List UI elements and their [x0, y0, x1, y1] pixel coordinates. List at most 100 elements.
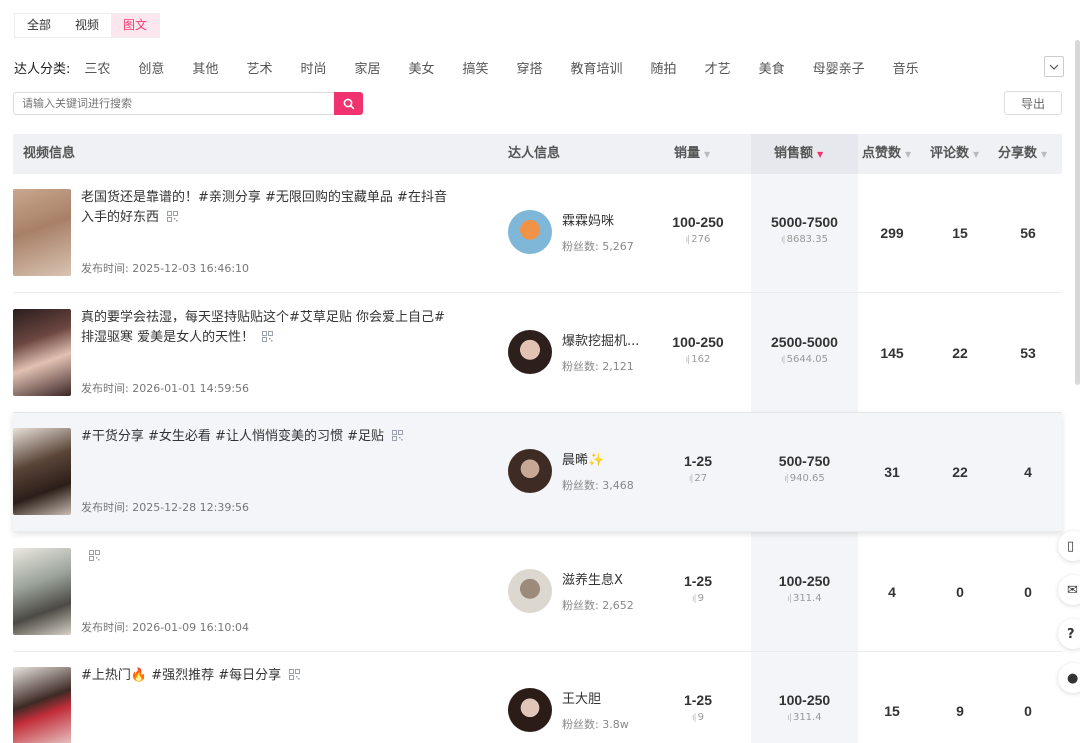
sales-cell: 100-250 ı| 162: [653, 334, 743, 365]
table-row[interactable]: 真的要学会祛湿，每天坚持贴贴这个#艾草足贴 你会爱上自己# 排湿驱寒 爱美是女人…: [13, 294, 1062, 413]
qrcode-icon[interactable]: [167, 211, 179, 222]
shares-count: 56: [1020, 225, 1036, 241]
header-sales[interactable]: 销量 ▼: [674, 134, 710, 174]
qrcode-icon[interactable]: [391, 430, 403, 441]
video-thumbnail[interactable]: [13, 667, 71, 743]
avatar[interactable]: [508, 329, 552, 374]
table-row[interactable]: 老国货还是靠谱的！#亲测分享 #无限回购的宝藏单品 #在抖音入手的好东西 发布时…: [13, 174, 1062, 293]
likes-count: 31: [884, 464, 900, 480]
sales-range: 1-25: [683, 453, 713, 469]
category-item[interactable]: 才艺: [705, 58, 731, 77]
sales-amount-range: 500-750: [778, 453, 831, 469]
kol-name[interactable]: 滋养生息X: [562, 569, 623, 588]
sales-amount-cell: 100-250 ı| 311.4: [751, 692, 858, 723]
avatar[interactable]: [508, 449, 552, 493]
kol-name[interactable]: 爆款挖掘机...: [562, 330, 639, 349]
video-title[interactable]: #干货分享 #女生必看 #让人悄悄变美的习惯 #足贴: [81, 427, 459, 447]
qrcode-icon[interactable]: [89, 549, 100, 561]
header-likes[interactable]: 点赞数 ▼: [862, 134, 911, 174]
kol-name[interactable]: 王大胆: [562, 688, 601, 707]
video-thumbnail[interactable]: [13, 308, 71, 396]
category-item[interactable]: 穿搭: [517, 58, 543, 77]
sales-range: 1-25: [683, 572, 713, 589]
category-item[interactable]: 时尚: [300, 58, 326, 77]
avatar[interactable]: [508, 568, 552, 613]
sales-value: ı| 162: [685, 353, 711, 365]
bar-chart-icon: ı|: [692, 593, 696, 604]
category-item[interactable]: 艺术: [246, 58, 272, 77]
bar-chart-icon: ı|: [685, 235, 690, 245]
export-button[interactable]: 导出: [1004, 91, 1062, 115]
sales-value: ı| 27: [688, 473, 708, 484]
category-item[interactable]: 三农: [84, 58, 110, 77]
table-row[interactable]: #上热门🔥 #强烈推荐 #每日分享 王大胆 粉丝数: 3.8w 1-25 ı| 9…: [13, 652, 1062, 743]
scrollbar[interactable]: [1075, 40, 1080, 385]
likes-count: 145: [880, 344, 904, 361]
sales-amount-range: 5000-7500: [771, 214, 838, 230]
sales-cell: 1-25 ı| 9: [653, 692, 743, 723]
sales-value: ı| 276: [685, 234, 711, 245]
category-item[interactable]: 音乐: [893, 58, 919, 77]
header-shares[interactable]: 分享数 ▼: [998, 134, 1047, 174]
video-title[interactable]: #上热门🔥 #强烈推荐 #每日分享: [81, 666, 459, 686]
search-icon: [343, 98, 354, 109]
category-item[interactable]: 母婴亲子: [813, 58, 865, 77]
sales-value: ı| 9: [692, 592, 704, 604]
publish-time: 发布时间: 2026-01-09 16:10:04: [81, 620, 250, 634]
sales-amount-value: ı| 8683.35: [781, 234, 828, 245]
bar-chart-icon: ı|: [688, 474, 693, 484]
tab-all[interactable]: 全部: [15, 14, 64, 37]
bar-chart-icon: ı|: [685, 354, 690, 365]
category-item[interactable]: 其他: [192, 58, 218, 77]
tab-video[interactable]: 视频: [63, 14, 112, 37]
publish-time: 发布时间: 2026-01-01 14:59:56: [81, 381, 250, 395]
search-button[interactable]: [334, 92, 363, 115]
mail-icon[interactable]: ✉: [1058, 575, 1080, 605]
video-thumbnail[interactable]: [13, 189, 71, 276]
sort-down-icon: ▼: [973, 150, 980, 159]
category-item[interactable]: 搞笑: [463, 58, 489, 77]
phone-icon[interactable]: ▯: [1058, 531, 1080, 561]
sort-down-icon: ▼: [704, 150, 711, 159]
wechat-icon[interactable]: ●: [1058, 663, 1080, 693]
shares-count: 0: [1024, 703, 1032, 719]
likes-count: 299: [880, 225, 904, 241]
header-comments[interactable]: 评论数 ▼: [930, 134, 979, 174]
header-sales-amount[interactable]: 销售额 ▼: [751, 134, 858, 174]
shares-count: 53: [1020, 344, 1036, 361]
sales-amount-cell: 500-750 ı| 940.65: [751, 453, 858, 484]
category-item[interactable]: 随拍: [651, 58, 677, 77]
help-icon[interactable]: ?: [1058, 619, 1080, 649]
avatar[interactable]: [508, 688, 552, 732]
shares-count: 0: [1024, 583, 1032, 600]
tab-image-text[interactable]: 图文: [111, 14, 160, 37]
header-video-info: 视频信息: [23, 146, 76, 161]
sales-amount-range: 100-250: [778, 572, 831, 589]
sales-range: 100-250: [672, 333, 724, 350]
bar-chart-icon: ı|: [692, 713, 696, 723]
table-row[interactable]: 发布时间: 2026-01-09 16:10:04 滋养生息X 粉丝数: 2,6…: [13, 533, 1062, 652]
video-thumbnail[interactable]: [13, 547, 71, 635]
kol-name[interactable]: 晨晞✨: [562, 449, 604, 468]
category-item[interactable]: 美女: [408, 58, 434, 77]
video-title[interactable]: 老国货还是靠谱的！#亲测分享 #无限回购的宝藏单品 #在抖音入手的好东西: [81, 188, 459, 228]
avatar[interactable]: [508, 210, 552, 254]
category-item[interactable]: 创意: [138, 58, 164, 77]
kol-fans: 粉丝数: 3,468: [562, 479, 634, 492]
qrcode-icon[interactable]: [289, 669, 301, 680]
expand-categories-button[interactable]: [1044, 56, 1064, 77]
category-item[interactable]: 教育培训: [571, 58, 623, 77]
bar-chart-icon: ı|: [781, 235, 785, 245]
search-input[interactable]: [13, 92, 334, 115]
sales-amount-cell: 100-250 ı| 311.4: [751, 573, 858, 604]
video-title[interactable]: [81, 547, 459, 567]
video-thumbnail[interactable]: [13, 428, 71, 515]
category-item[interactable]: 家居: [354, 58, 380, 77]
chevron-down-icon: [1049, 64, 1059, 70]
kol-name[interactable]: 霖霖妈咪: [562, 210, 614, 229]
category-item[interactable]: 美食: [759, 58, 785, 77]
video-title[interactable]: 真的要学会祛湿，每天坚持贴贴这个#艾草足贴 你会爱上自己# 排湿驱寒 爱美是女人…: [81, 308, 459, 348]
comments-count: 22: [952, 464, 968, 480]
table-row[interactable]: #干货分享 #女生必看 #让人悄悄变美的习惯 #足贴 发布时间: 2025-12…: [13, 413, 1062, 532]
qrcode-icon[interactable]: [262, 330, 274, 342]
